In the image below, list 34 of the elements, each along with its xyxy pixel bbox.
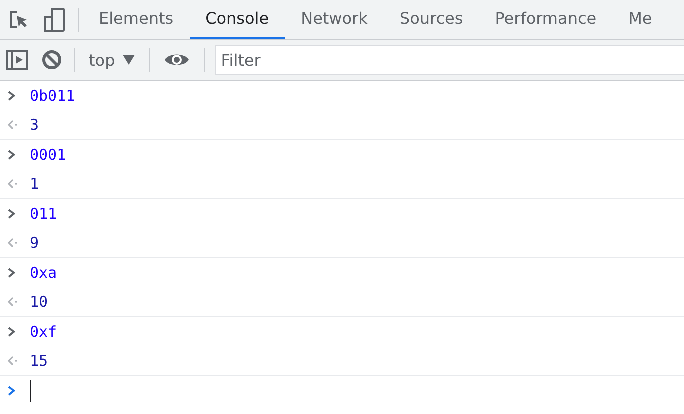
tab[interactable]: Network xyxy=(285,0,384,39)
input-expression: 0xa xyxy=(30,264,58,282)
input-chevron-icon xyxy=(6,326,18,338)
result-arrow-icon xyxy=(6,236,18,248)
result-value: 9 xyxy=(30,234,40,252)
result-value: 1 xyxy=(30,174,40,192)
result-arrow-icon xyxy=(6,178,18,190)
text-cursor xyxy=(30,380,31,402)
tab[interactable]: Performance xyxy=(479,0,613,39)
result-arrow-icon xyxy=(6,296,18,308)
input-chevron-icon xyxy=(6,208,18,220)
input-expression: 0b011 xyxy=(30,86,76,104)
input-chevron-icon xyxy=(6,148,18,160)
sidebar-toggle-icon[interactable] xyxy=(6,50,28,70)
prompt-chevron-icon xyxy=(6,384,18,396)
result-value: 10 xyxy=(30,292,48,310)
tab[interactable]: Me xyxy=(612,0,668,39)
tab[interactable]: Sources xyxy=(384,0,480,39)
device-icon[interactable] xyxy=(44,8,66,32)
input-expression: 0001 xyxy=(30,146,66,164)
result-value: 3 xyxy=(30,116,40,134)
input-expression: 011 xyxy=(30,204,58,222)
filter-field[interactable]: Filter xyxy=(215,45,684,75)
input-expression: 0xf xyxy=(30,322,58,340)
result-arrow-icon xyxy=(6,118,18,130)
tab[interactable]: Elements xyxy=(83,0,190,39)
result-value: 15 xyxy=(30,352,48,370)
input-chevron-icon xyxy=(6,266,18,278)
result-arrow-icon xyxy=(6,354,18,366)
input-chevron-icon xyxy=(6,90,18,102)
clear-icon[interactable] xyxy=(42,50,62,70)
context-dropdown[interactable]: top xyxy=(83,50,142,70)
inspect-icon[interactable] xyxy=(8,8,30,30)
caret-icon xyxy=(123,55,136,65)
